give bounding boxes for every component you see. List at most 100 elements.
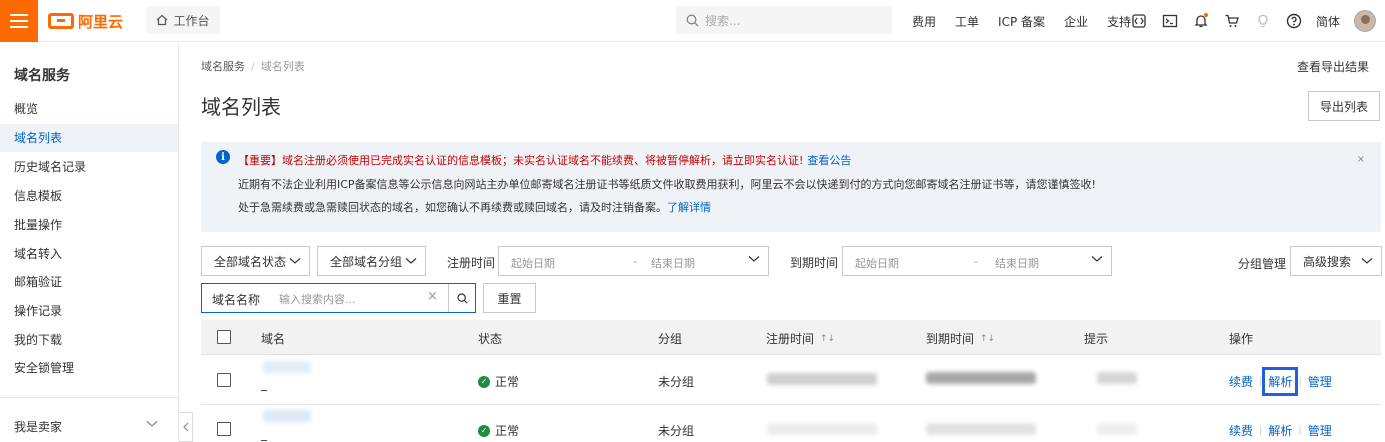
chevron-down-icon bbox=[289, 258, 301, 264]
chevron-down-icon bbox=[405, 258, 417, 264]
domain-group-select[interactable]: 全部域名分组 bbox=[317, 246, 426, 276]
breadcrumb-current: 域名列表 bbox=[260, 60, 305, 73]
col-actions-label: 操作 bbox=[1229, 332, 1254, 346]
reset-button[interactable]: 重置 bbox=[483, 283, 536, 313]
top-link-billing[interactable]: 费用 bbox=[912, 13, 936, 30]
reg-end-date[interactable]: 结束日期 bbox=[651, 255, 695, 271]
select-all-checkbox[interactable] bbox=[217, 330, 231, 344]
console-icon[interactable] bbox=[1161, 13, 1178, 30]
date-separator: - bbox=[633, 255, 637, 268]
notification-dot bbox=[1204, 12, 1208, 17]
home-icon bbox=[157, 14, 168, 26]
chevron-down-icon[interactable] bbox=[146, 420, 158, 428]
hint-redacted bbox=[1097, 372, 1137, 384]
col-hint: 提示 bbox=[1084, 330, 1108, 347]
terminal-code-icon[interactable] bbox=[1130, 13, 1147, 30]
clear-icon[interactable]: × bbox=[427, 289, 438, 304]
renew-link[interactable]: 续费 bbox=[1229, 422, 1253, 439]
col-exp-time[interactable]: 到期时间 ↑↓ bbox=[926, 330, 995, 347]
search-icon bbox=[457, 292, 468, 304]
domain-status-select[interactable]: 全部域名状态 bbox=[201, 246, 310, 276]
group-manage-link[interactable]: 分组管理 bbox=[1238, 255, 1286, 272]
bell-icon[interactable] bbox=[1192, 12, 1209, 30]
sidebar-item-security-lock[interactable]: 安全锁管理 bbox=[0, 354, 178, 382]
check-circle-icon: ✓ bbox=[478, 424, 490, 437]
sidebar-item-email-verify[interactable]: 邮箱验证 bbox=[0, 268, 178, 296]
search-input[interactable]: 输入搜索内容... bbox=[279, 291, 356, 307]
col-group-label: 分组 bbox=[658, 332, 683, 346]
col-domain: 域名 bbox=[261, 330, 285, 347]
exp-date-range[interactable]: 起始日期 - 结束日期 bbox=[842, 246, 1112, 276]
exp-end-date[interactable]: 结束日期 bbox=[995, 255, 1039, 271]
domain-name-redacted[interactable] bbox=[263, 361, 311, 373]
reg-start-date[interactable]: 起始日期 bbox=[511, 255, 555, 271]
resolve-link[interactable]: 解析 bbox=[1268, 422, 1292, 439]
sidebar-item-transfer-in[interactable]: 域名转入 bbox=[0, 240, 178, 268]
sidebar-item-overview[interactable]: 概览 bbox=[0, 95, 178, 123]
sort-icon[interactable]: ↑↓ bbox=[980, 334, 995, 344]
language-switch[interactable]: 简体 bbox=[1316, 13, 1340, 30]
date-separator: - bbox=[974, 255, 978, 268]
reg-time-redacted bbox=[767, 423, 877, 435]
learn-more-link[interactable]: 了解详情 bbox=[667, 201, 711, 214]
export-list-button[interactable]: 导出列表 bbox=[1308, 91, 1380, 121]
hamburger-menu-icon[interactable] bbox=[0, 0, 38, 42]
status-badge: ✓ 正常 bbox=[478, 422, 519, 439]
table-row: _ ✓ 正常 未分组 续费 | 解析 | 管理 bbox=[201, 355, 1381, 405]
top-link-icp[interactable]: ICP 备案 bbox=[998, 13, 1045, 30]
aliyun-logo[interactable]: 阿里云 bbox=[48, 10, 123, 32]
advanced-search-select[interactable]: 高级搜索 bbox=[1290, 246, 1382, 276]
main-content: 域名服务 / 域名列表 查看导出结果 域名列表 导出列表 i 【重要】域名注册必须使… bbox=[180, 43, 1385, 442]
view-export-results-link[interactable]: 查看导出结果 bbox=[1297, 58, 1369, 75]
sidebar-title: 域名服务 bbox=[14, 68, 70, 84]
resolve-link[interactable]: 解析 bbox=[1262, 367, 1299, 396]
breadcrumb: 域名服务 / 域名列表 bbox=[201, 58, 305, 74]
col-hint-label: 提示 bbox=[1084, 332, 1109, 346]
notice-renewal: 处于急需续费或急需赎回状态的域名，如您确认不再续费或赎回域名，请及时注销备案。了… bbox=[238, 199, 711, 215]
sidebar-item-op-log[interactable]: 操作记录 bbox=[0, 297, 178, 325]
lightbulb-icon[interactable] bbox=[1254, 13, 1271, 30]
manage-link[interactable]: 管理 bbox=[1308, 373, 1332, 390]
sidebar-item-seller[interactable]: 我是卖家 bbox=[14, 418, 62, 435]
col-reg-time[interactable]: 注册时间 ↑↓ bbox=[766, 330, 835, 347]
status-text: 正常 bbox=[495, 375, 520, 389]
manage-link[interactable]: 管理 bbox=[1308, 422, 1332, 439]
search-icon bbox=[686, 14, 699, 26]
workbench-button[interactable]: 工作台 bbox=[146, 6, 220, 34]
row-checkbox[interactable] bbox=[217, 373, 231, 387]
sidebar-item-templates[interactable]: 信息模板 bbox=[0, 182, 178, 210]
row-checkbox[interactable] bbox=[217, 422, 231, 436]
global-search-input[interactable]: 搜索... bbox=[676, 6, 892, 34]
notice-important-text: 【重要】域名注册必须使用已完成实名认证的信息模板；未实名认证域名不能续费、将被暂… bbox=[238, 154, 804, 167]
reg-date-range[interactable]: 起始日期 - 结束日期 bbox=[498, 246, 769, 276]
breadcrumb-root[interactable]: 域名服务 bbox=[201, 60, 245, 73]
sort-icon[interactable]: ↑↓ bbox=[820, 334, 835, 344]
top-link-support[interactable]: 支持 bbox=[1107, 13, 1131, 30]
sidebar-item-downloads[interactable]: 我的下载 bbox=[0, 326, 178, 354]
exp-time-redacted bbox=[926, 372, 1036, 384]
sidebar-item-batch[interactable]: 批量操作 bbox=[0, 211, 178, 239]
top-link-ticket[interactable]: 工单 bbox=[955, 13, 979, 30]
avatar[interactable] bbox=[1354, 10, 1377, 32]
renew-link[interactable]: 续费 bbox=[1229, 373, 1253, 390]
sidebar-item-domain-list[interactable]: 域名列表 bbox=[0, 124, 178, 152]
top-icons: 简体 bbox=[1130, 0, 1377, 42]
top-link-enterprise[interactable]: 企业 bbox=[1064, 13, 1088, 30]
cart-icon[interactable] bbox=[1223, 13, 1240, 30]
table-header: 域名 状态 分组 注册时间 ↑↓ 到期时间 ↑↓ 提示 操作 bbox=[201, 320, 1381, 355]
logo-text: 阿里云 bbox=[78, 12, 124, 31]
ops-separator: | bbox=[1298, 425, 1302, 436]
search-button[interactable] bbox=[448, 284, 476, 312]
domain-name-redacted[interactable] bbox=[263, 410, 311, 422]
domain-name-search[interactable]: 域名名称 输入搜索内容... × bbox=[201, 283, 476, 313]
domain-sub: _ bbox=[261, 377, 267, 391]
group-cell: 未分组 bbox=[658, 424, 695, 438]
view-announcement-link[interactable]: 查看公告 bbox=[807, 154, 851, 167]
sidebar-item-history[interactable]: 历史域名记录 bbox=[0, 153, 178, 181]
col-actions: 操作 bbox=[1229, 330, 1253, 347]
info-icon: i bbox=[216, 150, 230, 164]
close-icon[interactable]: × bbox=[1357, 154, 1365, 165]
col-domain-label: 域名 bbox=[261, 332, 286, 346]
help-icon[interactable] bbox=[1285, 13, 1302, 30]
exp-start-date[interactable]: 起始日期 bbox=[855, 255, 899, 271]
